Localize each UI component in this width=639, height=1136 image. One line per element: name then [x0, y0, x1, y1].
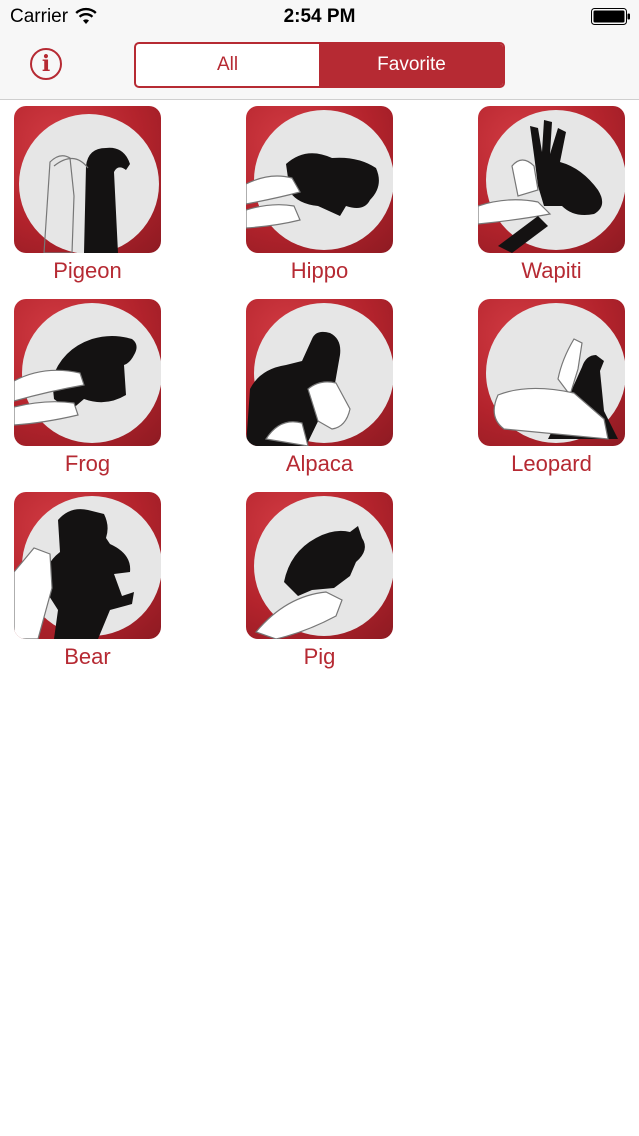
wapiti-thumbnail[interactable] — [478, 106, 625, 253]
animal-item-hippo[interactable]: Hippo — [246, 100, 406, 285]
animal-item-leopard[interactable]: Leopard — [478, 293, 638, 478]
bear-thumbnail[interactable] — [14, 492, 161, 639]
segment-favorite[interactable]: Favorite — [319, 44, 503, 86]
navigation-bar: i All Favorite — [0, 34, 639, 100]
animal-item-bear[interactable]: Bear — [14, 486, 174, 671]
animal-item-alpaca[interactable]: Alpaca — [246, 293, 406, 478]
hippo-thumbnail[interactable] — [246, 106, 393, 253]
animal-item-wapiti[interactable]: Wapiti — [478, 100, 638, 285]
pig-thumbnail[interactable] — [246, 492, 393, 639]
info-icon: i — [41, 51, 51, 77]
animal-item-frog[interactable]: Frog — [14, 293, 174, 478]
info-button[interactable]: i — [30, 48, 62, 80]
animal-label: Hippo — [290, 258, 349, 283]
animal-label: Leopard — [511, 451, 592, 476]
battery-icon — [591, 8, 630, 25]
animal-label: Alpaca — [285, 451, 354, 476]
animal-label: Pigeon — [53, 258, 122, 283]
leopard-thumbnail[interactable] — [478, 299, 625, 446]
animal-label: Pig — [303, 644, 336, 669]
status-bar: Carrier 2:54 PM — [0, 0, 639, 34]
status-time: 2:54 PM — [283, 6, 356, 27]
pigeon-thumbnail[interactable] — [14, 106, 161, 253]
animal-item-pigeon[interactable]: Pigeon — [14, 100, 174, 285]
alpaca-thumbnail[interactable] — [246, 299, 393, 446]
segment-all[interactable]: All — [136, 44, 319, 86]
filter-segmented-control: All Favorite — [134, 42, 505, 88]
animal-item-pig[interactable]: Pig — [246, 486, 406, 671]
animal-label: Frog — [64, 451, 111, 476]
animal-label: Bear — [64, 644, 111, 669]
frog-thumbnail[interactable] — [14, 299, 161, 446]
animal-label: Wapiti — [521, 258, 582, 283]
